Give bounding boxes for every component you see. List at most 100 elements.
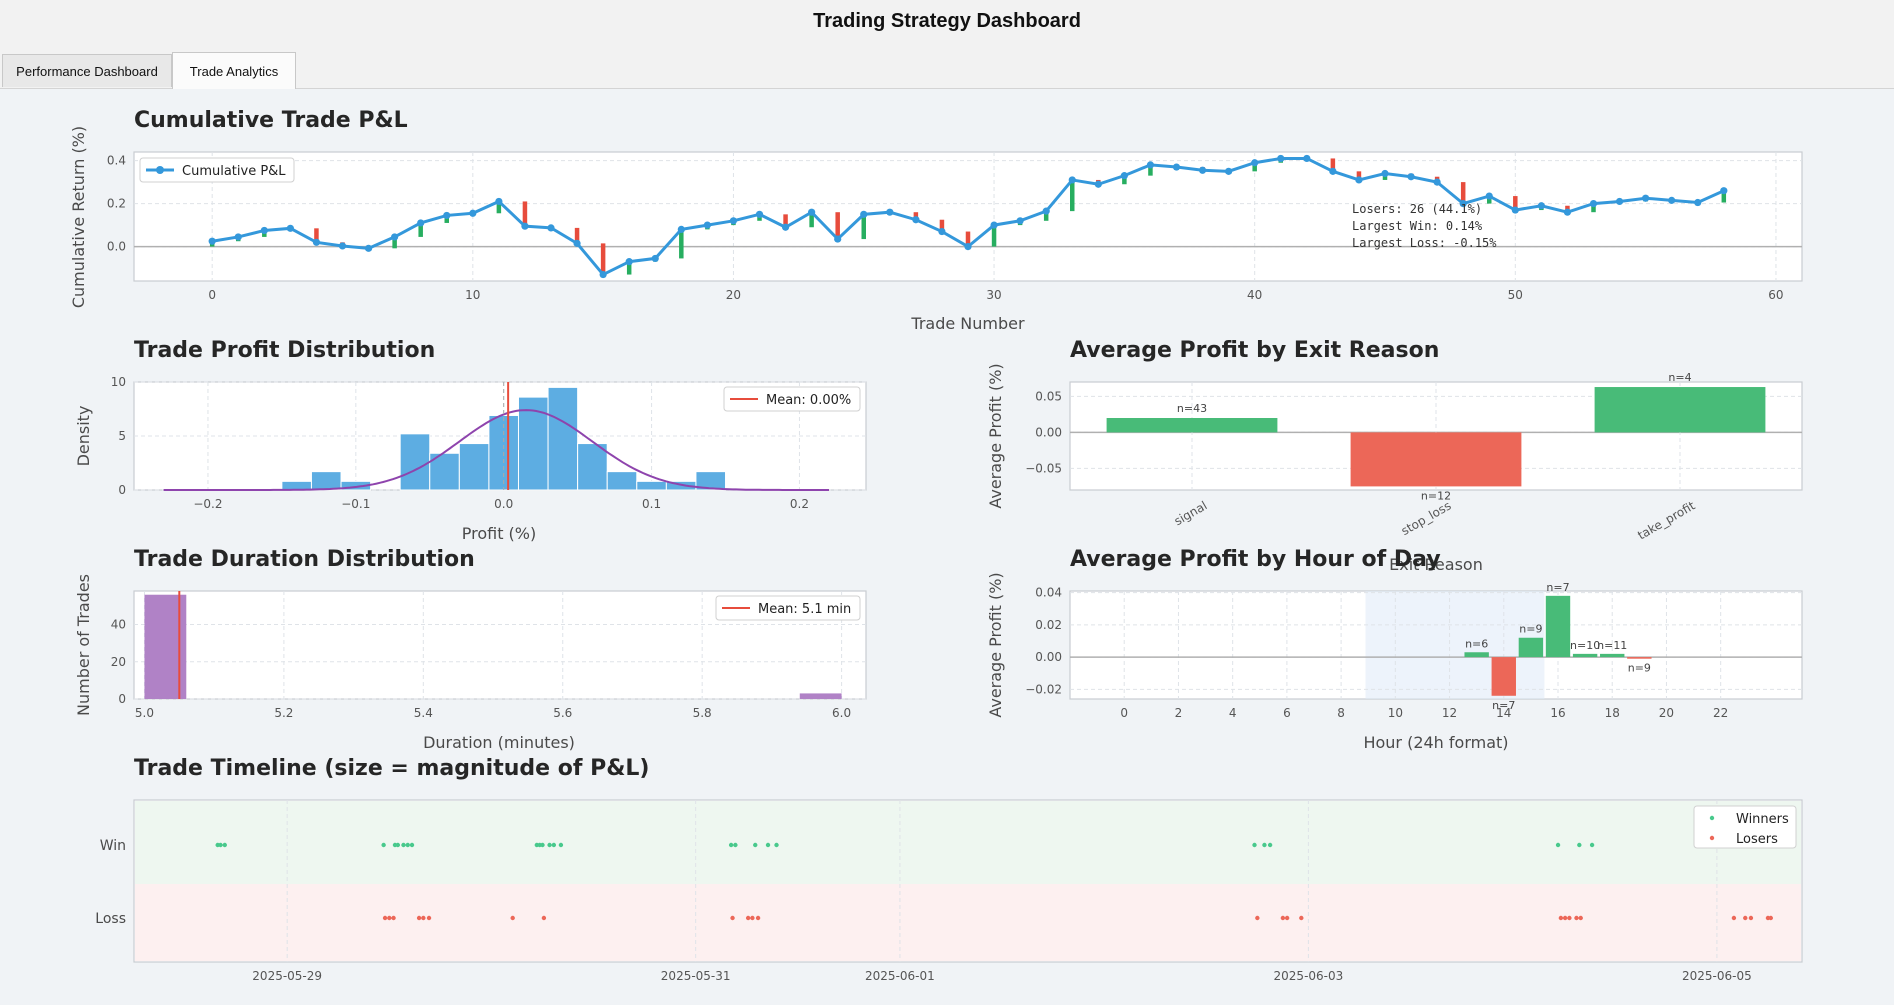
- hour-ytick-label: 0.04: [1035, 586, 1062, 600]
- hourly-count-label: n=7: [1546, 581, 1569, 594]
- cum-pnl-point: [234, 233, 242, 241]
- duration-title: Trade Duration Distribution: [134, 547, 475, 572]
- loser-trade-point: [750, 915, 755, 921]
- winner-trade-point: [1589, 842, 1595, 848]
- cum-pnl-point: [1381, 169, 1389, 178]
- exit-reason-count: n=43: [1177, 402, 1207, 415]
- cum-pnl-point: [338, 242, 347, 250]
- loser-trade-point: [1743, 915, 1748, 921]
- hour-ytick-label: −0.02: [1025, 682, 1062, 696]
- cum-pnl-point: [1642, 194, 1650, 202]
- duration-xtick-label: 5.0: [135, 706, 154, 720]
- cum-pnl-point: [677, 225, 685, 233]
- cum-pnl-point: [1120, 172, 1128, 180]
- exit-reason-bar: [1106, 418, 1278, 433]
- cum-pnl-point: [1511, 206, 1519, 214]
- cumulative-pnl-xlabel: Trade Number: [910, 314, 1025, 333]
- cum-pnl-point: [990, 221, 998, 229]
- hourly-panel: Average Profit by Hour of Day n=6n=7n=9n…: [986, 547, 1803, 752]
- cum-pnl-point: [521, 222, 529, 230]
- exit-reason-count: n=4: [1668, 371, 1691, 384]
- hour-xtick-label: 14: [1496, 706, 1511, 720]
- cum-pnl-point: [1329, 167, 1337, 175]
- profit-distribution-xlabel: Profit (%): [462, 524, 537, 543]
- duration-ytick-label: 0: [118, 692, 126, 706]
- dist-ytick-label: 0: [118, 483, 126, 497]
- dist-ytick-label: 10: [111, 375, 126, 389]
- loser-trade-point: [755, 915, 761, 921]
- tab-performance-dashboard[interactable]: Performance Dashboard: [2, 54, 172, 87]
- profit-histogram-bar: [399, 433, 431, 491]
- hour-xtick-label: 16: [1550, 706, 1565, 720]
- winner-trade-point: [401, 842, 406, 848]
- winner-trade-point: [1267, 842, 1273, 848]
- timeline-ytick-win: Win: [100, 838, 126, 854]
- hour-xtick-label: 18: [1605, 706, 1620, 720]
- cumulative-pnl-stats: Losers: 26 (44.1%) Largest Win: 0.14% La…: [1352, 202, 1497, 250]
- loser-trade-point: [1731, 915, 1737, 921]
- window-title: Trading Strategy Dashboard: [813, 10, 1081, 32]
- win-band: [135, 801, 1801, 884]
- winner-trade-point: [1555, 842, 1561, 848]
- cum-pnl-point: [495, 197, 503, 206]
- cum-pnl-point: [312, 238, 321, 246]
- duration-ylabel: Number of Trades: [74, 574, 93, 716]
- cum-pnl-point: [1485, 192, 1493, 200]
- profit-distribution-ylabel: Density: [74, 406, 93, 467]
- loser-trade-point: [510, 915, 515, 921]
- cum-pnl-point: [391, 233, 399, 241]
- loser-trade-point: [1574, 915, 1579, 921]
- cum-pnl-point: [1198, 166, 1207, 174]
- hour-xtick-label: 0: [1120, 706, 1128, 720]
- winner-trade-point: [551, 842, 557, 848]
- hourly-profit-bar: [1600, 653, 1625, 658]
- cum-pnl-point: [1225, 167, 1233, 175]
- hourly-title: Average Profit by Hour of Day: [1070, 547, 1441, 572]
- winner-trade-point: [1252, 842, 1257, 848]
- app-header: Trading Strategy Dashboard Performance D…: [0, 0, 1894, 89]
- winner-trade-point: [222, 842, 227, 848]
- cum-pnl-point: [1094, 180, 1102, 188]
- cum-pnl-point: [1303, 154, 1311, 163]
- exit-ytick-label: 0.00: [1035, 425, 1062, 439]
- hour-ytick-label: 0.02: [1035, 618, 1062, 632]
- tab-trade-analytics[interactable]: Trade Analytics: [172, 52, 296, 89]
- market-hours-shade: [1365, 591, 1545, 699]
- profit-distribution-legend: Mean: 0.00%: [723, 386, 861, 412]
- timeline-panel: Trade Timeline (size = magnitude of P&L)…: [95, 756, 1803, 983]
- cum-pnl-point: [860, 210, 868, 218]
- profit-histogram-bar: [458, 443, 490, 491]
- cum-pnl-point: [1589, 200, 1598, 208]
- hourly-count-label: n=11: [1597, 639, 1627, 652]
- cum-xtick-label: 30: [986, 288, 1001, 302]
- cum-pnl-point: [938, 227, 946, 236]
- exit-reason-category-label: signal: [1172, 498, 1210, 528]
- cum-pnl-point: [1720, 187, 1728, 195]
- hour-xtick-label: 12: [1442, 706, 1457, 720]
- stats-losers: Losers: 26 (44.1%): [1352, 202, 1482, 216]
- cum-pnl-point: [417, 219, 425, 227]
- cum-pnl-point: [834, 235, 842, 243]
- winner-trade-point: [1262, 842, 1267, 848]
- loser-trade-point: [745, 915, 751, 921]
- timeline-xtick-label: 2025-06-01: [865, 969, 935, 983]
- duration-xtick-label: 5.2: [274, 706, 293, 720]
- hour-xtick-label: 4: [1229, 706, 1237, 720]
- timeline-xtick-label: 2025-05-29: [252, 969, 322, 983]
- cum-ytick-label: 0.4: [107, 154, 126, 168]
- timeline-legend: Winners Losers: [1693, 805, 1797, 849]
- cumulative-pnl-panel: Cumulative Trade P&L 0 10 20 30 40 50 60 0.0 0.2…: [69, 108, 1803, 333]
- duration-mean-label: Mean: 5.1 min: [758, 602, 851, 617]
- winner-trade-point: [395, 842, 401, 848]
- dist-ytick-label: 5: [118, 429, 126, 443]
- stats-largest-win: Largest Win: 0.14%: [1352, 219, 1483, 233]
- winner-trade-point: [753, 842, 758, 848]
- duration-xtick-label: 5.8: [693, 706, 712, 720]
- cum-pnl-point: [547, 224, 555, 232]
- loser-trade-point: [391, 915, 396, 921]
- duration-panel: Trade Duration Distribution 5.0 5.2 5.4 5.6…: [74, 547, 867, 752]
- winner-trade-point: [733, 842, 738, 848]
- cum-xtick-label: 50: [1508, 288, 1523, 302]
- losers-legend-marker: [1709, 835, 1715, 841]
- cum-pnl-point: [1537, 202, 1545, 210]
